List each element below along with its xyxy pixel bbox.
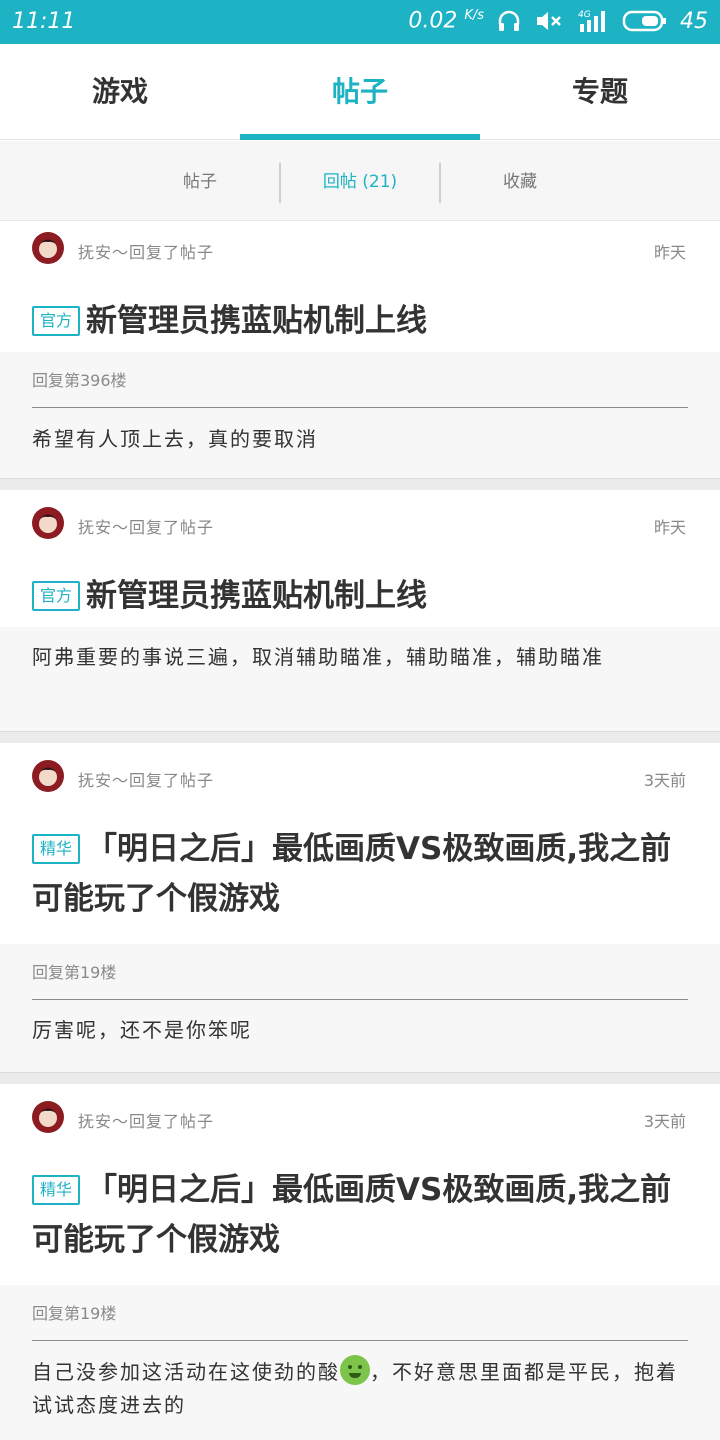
reply-author[interactable]: 抚安～回复了帖子 (78, 239, 214, 263)
post-title-text: 「明日之后」最低画质VS极致画质,我之前可能玩了个假游戏 (32, 1172, 672, 1258)
subtab-favorites[interactable]: 收藏 (440, 141, 600, 221)
feed-item[interactable]: 抚安～回复了帖子 3天前 精华 「明日之后」最低画质VS极致画质,我之前可能玩了个… (0, 1101, 720, 1285)
reply-time: 昨天 (653, 243, 686, 262)
reply-block[interactable]: 回复第19楼 厉害呢，还不是你笨呢 (0, 944, 720, 1072)
reply-author[interactable]: 抚安～回复了帖子 (78, 767, 214, 791)
feed-separator (0, 1072, 720, 1084)
reply-text: 自己没参加这活动在这使劲的酸 ，不好意思里面都是平民，抱着试试态度进去的 (32, 1341, 688, 1422)
reply-text: 厉害呢，还不是你笨呢 (32, 1018, 252, 1042)
post-title[interactable]: 官方 新管理员携蓝贴机制上线 (0, 571, 720, 621)
avatar[interactable] (32, 1101, 64, 1133)
reply-text: 阿弗重要的事说三遍，取消辅助瞄准，辅助瞄准，辅助瞄准 (32, 645, 604, 669)
feed-item-header: 抚安～回复了帖子 3天前 (0, 760, 720, 824)
post-title[interactable]: 官方 新管理员携蓝贴机制上线 (0, 296, 720, 346)
feed-separator (0, 731, 720, 743)
main-tabs: 游戏 帖子 专题 (0, 44, 720, 140)
feed-item[interactable]: 抚安～回复了帖子 昨天 官方 新管理员携蓝贴机制上线 (0, 232, 720, 352)
reply-time: 昨天 (653, 518, 686, 537)
reply-text-part: 自己没参加这活动在这使劲的酸 (32, 1360, 340, 1384)
feed-item-header: 抚安～回复了帖子 3天前 (0, 1101, 720, 1165)
reply-author[interactable]: 抚安～回复了帖子 (78, 1108, 214, 1132)
battery-level: 45 (680, 8, 708, 34)
sub-tabs: 帖子 回帖 (21) 收藏 (0, 141, 720, 221)
featured-badge: 精华 (32, 834, 81, 864)
status-time: 11:11 (12, 9, 76, 34)
official-badge: 官方 (32, 581, 81, 611)
reply-block[interactable]: 回复第396楼 希望有人顶上去，真的要取消 (0, 352, 720, 478)
network-type: 4G (578, 10, 591, 20)
post-title-text: 新管理员携蓝贴机制上线 (86, 303, 428, 339)
feed-item-header: 抚安～回复了帖子 昨天 (0, 507, 720, 571)
post-title[interactable]: 精华 「明日之后」最低画质VS极致画质,我之前可能玩了个假游戏 (0, 824, 720, 924)
subtab-replies[interactable]: 回帖 (21) (280, 141, 440, 221)
tab-games[interactable]: 游戏 (0, 44, 240, 140)
post-title-text: 新管理员携蓝贴机制上线 (86, 578, 428, 614)
avatar[interactable] (32, 760, 64, 792)
tab-active-indicator (240, 134, 480, 140)
status-bar: 11:11 0.02 K/s 4G 45 (0, 0, 720, 44)
feed-item[interactable]: 抚安～回复了帖子 昨天 官方 新管理员携蓝贴机制上线 (0, 507, 720, 627)
feed-item[interactable]: 抚安～回复了帖子 3天前 精华 「明日之后」最低画质VS极致画质,我之前可能玩了个… (0, 760, 720, 944)
reply-floor: 回复第19楼 (32, 944, 688, 1000)
avatar[interactable] (32, 232, 64, 264)
reply-time: 3天前 (643, 771, 686, 790)
battery-icon (622, 9, 668, 33)
network-speed: 0.02 K/s (408, 8, 484, 33)
feed-item-header: 抚安～回复了帖子 昨天 (0, 232, 720, 296)
post-title-text: 「明日之后」最低画质VS极致画质,我之前可能玩了个假游戏 (32, 831, 672, 917)
post-title[interactable]: 精华 「明日之后」最低画质VS极致画质,我之前可能玩了个假游戏 (0, 1165, 720, 1265)
tab-posts-label: 帖子 (331, 75, 388, 108)
subtab-posts[interactable]: 帖子 (120, 141, 280, 221)
nauseated-face-emoji-icon (340, 1355, 370, 1385)
reply-time: 3天前 (643, 1112, 686, 1131)
tab-topics[interactable]: 专题 (480, 44, 720, 140)
reply-floor: 回复第19楼 (32, 1285, 688, 1341)
reply-floor: 回复第396楼 (32, 352, 688, 408)
featured-badge: 精华 (32, 1175, 81, 1205)
official-badge: 官方 (32, 306, 81, 336)
feed-separator (0, 478, 720, 490)
headphones-icon (496, 8, 522, 34)
reply-block[interactable]: 回复第19楼 自己没参加这活动在这使劲的酸 ，不好意思里面都是平民，抱着试试态度进… (0, 1285, 720, 1440)
network-speed-value: 0.02 (408, 8, 458, 34)
network-speed-unit: K/s (464, 8, 484, 24)
reply-author[interactable]: 抚安～回复了帖子 (78, 514, 214, 538)
tab-posts[interactable]: 帖子 (240, 44, 480, 140)
reply-text: 希望有人顶上去，真的要取消 (32, 427, 318, 451)
signal-icon: 4G (576, 8, 610, 34)
avatar[interactable] (32, 507, 64, 539)
reply-block[interactable]: 阿弗重要的事说三遍，取消辅助瞄准，辅助瞄准，辅助瞄准 (0, 627, 720, 731)
status-right: 0.02 K/s 4G 45 (408, 8, 708, 34)
mute-icon (534, 8, 564, 34)
